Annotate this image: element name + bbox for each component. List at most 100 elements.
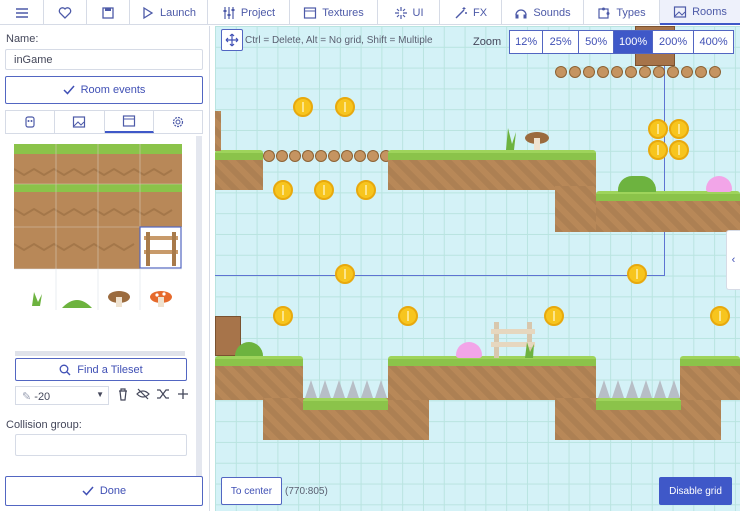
depth-icon: ✎: [22, 391, 32, 403]
collision-group-label: Collision group:: [6, 419, 82, 431]
zoom-100-button[interactable]: 100%: [614, 30, 654, 54]
collision-group-input[interactable]: [15, 434, 187, 456]
spike: [347, 380, 359, 398]
fx-label: FX: [472, 6, 488, 19]
zoom-400-button[interactable]: 400%: [694, 30, 735, 54]
name-label: Name:: [6, 33, 39, 45]
coin: [544, 306, 564, 326]
spike: [305, 380, 317, 398]
depth-value: -20: [34, 391, 51, 403]
ui-label: UI: [412, 6, 424, 19]
zoom-25-button[interactable]: 25%: [543, 30, 580, 54]
textures-button[interactable]: Textures: [290, 0, 378, 25]
trash-icon[interactable]: [116, 387, 130, 401]
room-events-label: Room events: [80, 84, 146, 96]
spike: [626, 380, 638, 398]
sounds-button[interactable]: Sounds: [502, 0, 584, 25]
tab-tiles[interactable]: [104, 111, 154, 133]
slime-enemy: [456, 342, 482, 358]
coin: [335, 97, 355, 117]
platform-dirt: [596, 201, 740, 232]
spike: [333, 380, 345, 398]
find-tileset-button[interactable]: Find a Tileset: [15, 358, 187, 381]
collapse-panel-button[interactable]: ‹: [726, 230, 740, 290]
room-canvas[interactable]: Ctrl = Delete, Alt = No grid, Shift = Mu…: [215, 26, 740, 511]
platform-dirt: [555, 186, 596, 232]
room-properties-panel: Name: inGame Room events Find a Tileset …: [0, 26, 210, 511]
grass-tuft: [525, 342, 534, 358]
coin: [648, 119, 668, 139]
coin: [669, 140, 689, 160]
favorite-button[interactable]: [44, 0, 87, 25]
coin: [710, 306, 730, 326]
shuffle-icon[interactable]: [156, 387, 170, 401]
sparkle-icon: [394, 6, 407, 19]
coin: [293, 97, 313, 117]
plus-icon[interactable]: [176, 387, 190, 401]
tab-backgrounds[interactable]: [55, 111, 105, 133]
headphones-icon: [515, 8, 527, 18]
zoom-label: Zoom: [473, 36, 502, 48]
copy-icon: [25, 116, 35, 128]
to-center-button[interactable]: To center: [221, 477, 282, 505]
platform-dirt: [680, 366, 740, 400]
platform-dirt: [388, 366, 596, 400]
platform-dirt: [215, 160, 263, 190]
tileset-scrollbar[interactable]: [196, 136, 202, 476]
eye-off-icon[interactable]: [136, 387, 150, 401]
tab-copies[interactable]: [6, 111, 56, 133]
tileset-image[interactable]: [14, 144, 182, 310]
disable-grid-button[interactable]: Disable grid: [659, 477, 732, 505]
textures-label: Textures: [322, 6, 364, 19]
spike: [319, 380, 331, 398]
done-button[interactable]: Done: [5, 476, 203, 506]
mushroom: [525, 132, 549, 150]
ui-button[interactable]: UI: [378, 0, 440, 25]
gear-icon: [172, 116, 183, 128]
zoom-50-button[interactable]: 50%: [579, 30, 615, 54]
zoom-12-button[interactable]: 12%: [509, 30, 544, 54]
menu-button[interactable]: [0, 0, 44, 25]
project-button[interactable]: Project: [208, 0, 290, 25]
rooms-label: Rooms: [692, 5, 727, 18]
bush: [618, 176, 656, 192]
puzzle-icon: [598, 7, 610, 19]
spike: [640, 380, 652, 398]
landscape-icon: [673, 5, 687, 18]
rooms-button[interactable]: Rooms: [660, 0, 740, 25]
save-icon: [102, 6, 114, 19]
move-tool-button[interactable]: [221, 29, 243, 51]
types-button[interactable]: Types: [584, 0, 660, 25]
coin: [356, 180, 376, 200]
platform-grass: [596, 398, 681, 410]
platform-dirt: [215, 111, 221, 151]
chevron-down-icon: ▼: [96, 390, 104, 399]
chevron-left-icon: ‹: [731, 254, 736, 266]
tileset-hscrollbar[interactable]: [15, 351, 185, 356]
project-label: Project: [240, 6, 276, 19]
fx-button[interactable]: FX: [440, 0, 502, 25]
tab-settings[interactable]: [154, 111, 202, 133]
cursor-coords: (770:805): [285, 486, 328, 497]
log-bridge-mid: [263, 150, 392, 162]
spike: [654, 380, 666, 398]
menu-icon: [15, 7, 28, 18]
zoom-200-button[interactable]: 200%: [653, 30, 695, 54]
coin: [314, 180, 334, 200]
depth-select[interactable]: ✎ -20 ▼: [15, 386, 109, 405]
check-icon: [82, 486, 94, 496]
launch-label: Launch: [159, 6, 197, 19]
launch-button[interactable]: Launch: [130, 0, 208, 25]
tileset-preview[interactable]: [14, 144, 182, 310]
coin: [273, 180, 293, 200]
room-name-input[interactable]: inGame: [5, 49, 203, 70]
slime-enemy: [706, 176, 732, 192]
room-events-button[interactable]: Room events: [5, 76, 203, 104]
tile-tools: [116, 387, 190, 401]
save-button[interactable]: [87, 0, 130, 25]
find-tileset-label: Find a Tileset: [77, 363, 143, 376]
coin: [398, 306, 418, 326]
search-icon: [59, 364, 71, 375]
play-icon: [143, 6, 154, 19]
spike: [375, 380, 387, 398]
